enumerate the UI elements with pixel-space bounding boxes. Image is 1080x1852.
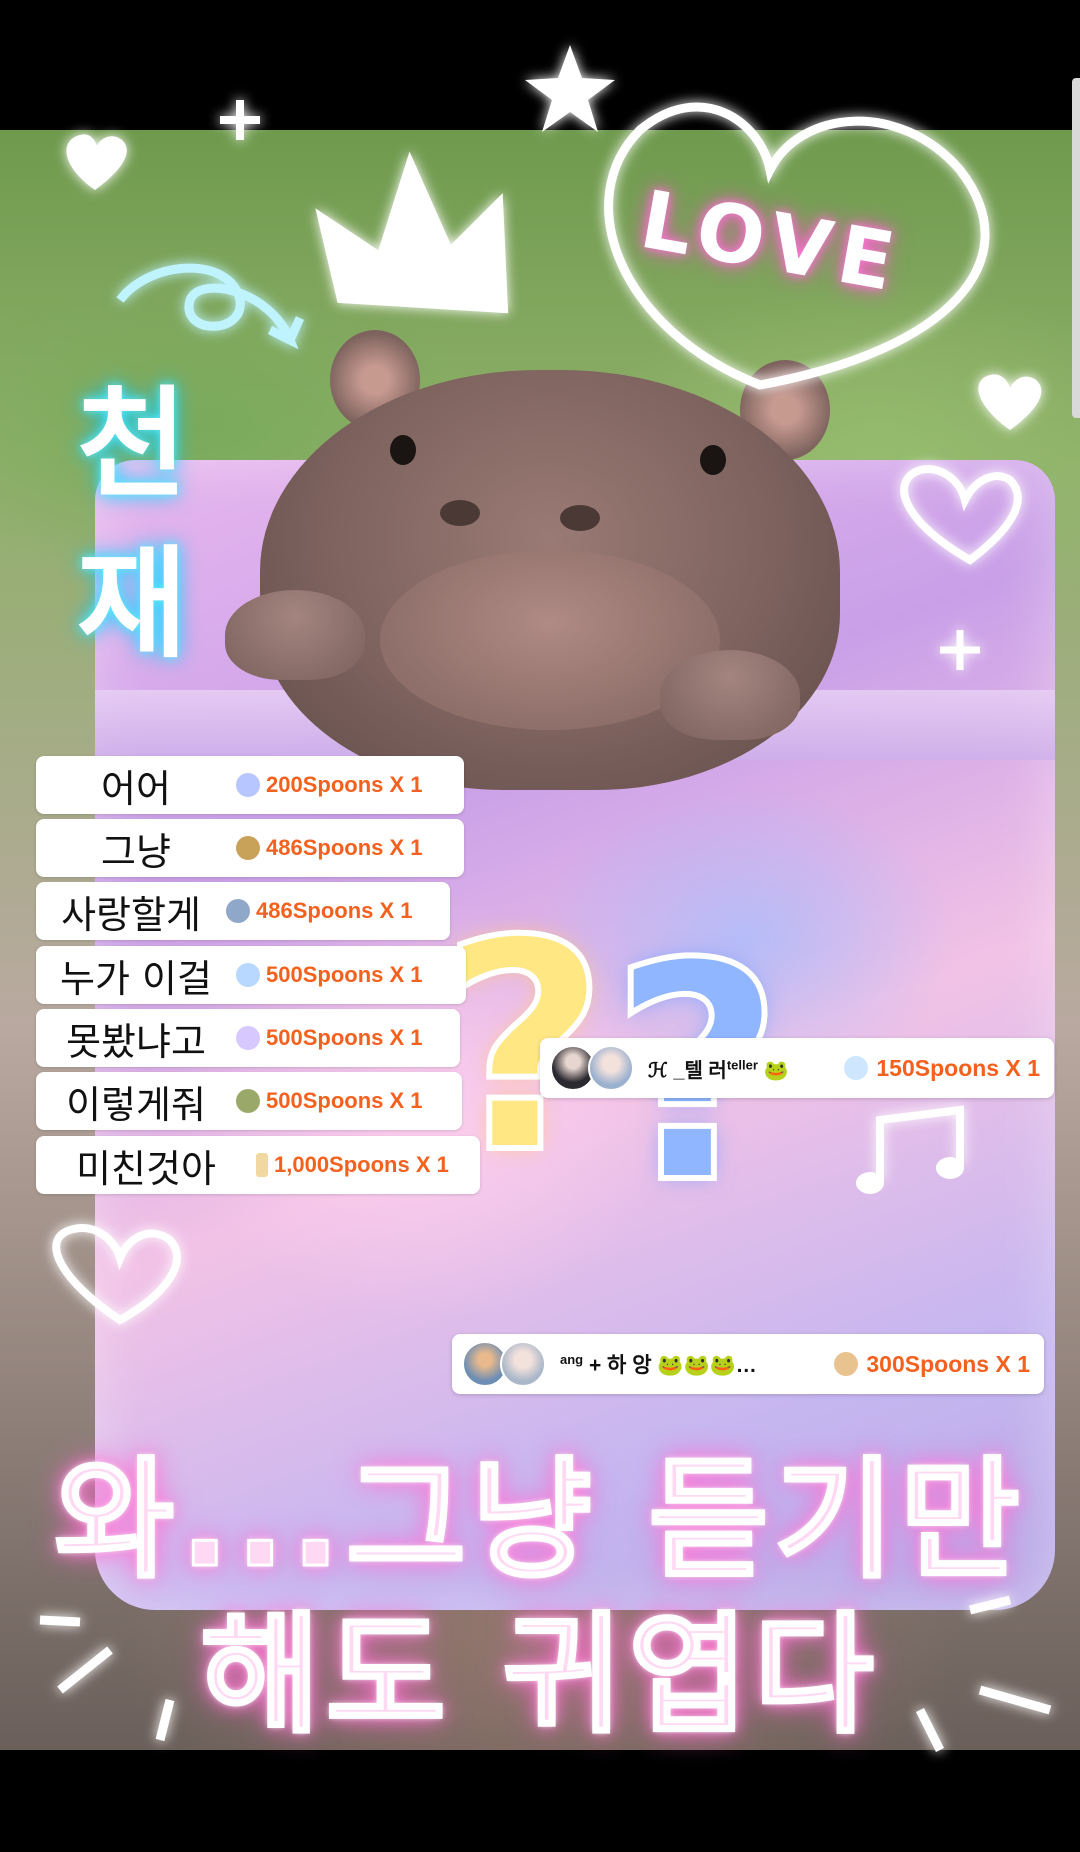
gift-icon <box>236 963 260 987</box>
scrollbar[interactable] <box>1072 78 1080 418</box>
donation-notice: ang + 하 앙 🐸🐸🐸… 300Spoons X 1 <box>452 1334 1044 1394</box>
gift-amount: 500Spoons X 1 <box>236 1025 437 1051</box>
list-item: 미친것아 1,000Spoons X 1 <box>36 1136 480 1194</box>
donation-amount: 150Spoons X 1 <box>844 1055 1040 1082</box>
swirl-arrow <box>116 263 305 350</box>
donation-amount-text: 150Spoons X 1 <box>876 1054 1040 1081</box>
gift-amount-text: 500Spoons X 1 <box>266 1025 423 1050</box>
crown-doodle <box>315 151 509 314</box>
heart-outline-doodle <box>900 465 1022 565</box>
donor-name-text: + 하 앙 🐸🐸🐸… <box>583 1354 757 1377</box>
gift-icon <box>236 836 260 860</box>
gift-amount-text: 486Spoons X 1 <box>256 898 413 923</box>
avatar-group <box>462 1341 546 1387</box>
donor-name-text: ℋ _텔 러 <box>648 1059 727 1082</box>
caption-line-2: 해도 귀엽다 <box>199 1598 880 1753</box>
donor-name-sup: teller <box>726 1056 758 1072</box>
gift-amount-text: 500Spoons X 1 <box>266 962 423 987</box>
gift-amount: 486Spoons X 1 <box>226 898 427 924</box>
star-doodle <box>525 45 615 132</box>
gift-amount: 1,000Spoons X 1 <box>256 1152 463 1178</box>
donor-name: ang + 하 앙 🐸🐸🐸… <box>560 1349 757 1379</box>
gift-amount: 500Spoons X 1 <box>236 1088 437 1114</box>
donor-name: ℋ _텔 러teller 🐸 <box>648 1054 788 1083</box>
plus-sparkle <box>220 100 260 140</box>
lyric-text: 미친것아 <box>76 1146 216 1191</box>
lyric-text: 누가 이걸 <box>60 956 212 1001</box>
gift-icon <box>236 1089 260 1113</box>
heart-outline-doodle-2 <box>52 1224 181 1325</box>
list-item: 이렇게줘 500Spoons X 1 <box>36 1072 462 1130</box>
gift-amount: 486Spoons X 1 <box>236 835 437 861</box>
lyric-text: 그냥 <box>101 829 171 874</box>
heart-doodle-1 <box>66 134 127 190</box>
donation-amount-text: 300Spoons X 1 <box>866 1350 1030 1377</box>
gift-amount: 500Spoons X 1 <box>236 962 437 988</box>
gift-amount: 200Spoons X 1 <box>236 772 437 798</box>
vertical-doodle-text: 천재 <box>51 380 190 700</box>
plus-sparkle-2 <box>940 630 980 670</box>
donor-name-sup: ang <box>560 1352 584 1367</box>
lyric-text: 이렇게줘 <box>66 1082 206 1127</box>
gift-icon <box>844 1056 869 1080</box>
list-item: 못봤냐고 500Spoons X 1 <box>36 1009 460 1067</box>
avatar <box>588 1045 634 1091</box>
gift-amount-text: 500Spoons X 1 <box>266 1088 423 1113</box>
gift-amount-text: 1,000Spoons X 1 <box>274 1152 449 1177</box>
gift-icon <box>834 1352 859 1376</box>
gift-amount-text: 486Spoons X 1 <box>266 835 423 860</box>
gift-icon <box>226 899 250 923</box>
gift-icon <box>236 773 260 797</box>
list-item: 사랑할게 486Spoons X 1 <box>36 882 450 940</box>
avatar <box>500 1341 546 1387</box>
lyric-text: 어어 <box>101 766 171 811</box>
list-item: 어어 200Spoons X 1 <box>36 756 464 814</box>
list-item: 그냥 486Spoons X 1 <box>36 819 464 877</box>
frog-emoji: 🐸 <box>763 1059 789 1082</box>
list-item: 누가 이걸 500Spoons X 1 <box>36 946 466 1004</box>
lyric-text: 못봤냐고 <box>66 1019 206 1064</box>
gift-icon <box>236 1026 260 1050</box>
heart-doodle-2 <box>978 374 1042 430</box>
gift-amount-text: 200Spoons X 1 <box>266 772 423 797</box>
donation-notice: ℋ _텔 러teller 🐸 150Spoons X 1 <box>540 1038 1054 1098</box>
donation-amount: 300Spoons X 1 <box>834 1351 1030 1378</box>
lyric-text: 사랑할게 <box>61 892 201 937</box>
gift-icon <box>256 1153 268 1177</box>
avatar-group <box>550 1045 634 1091</box>
